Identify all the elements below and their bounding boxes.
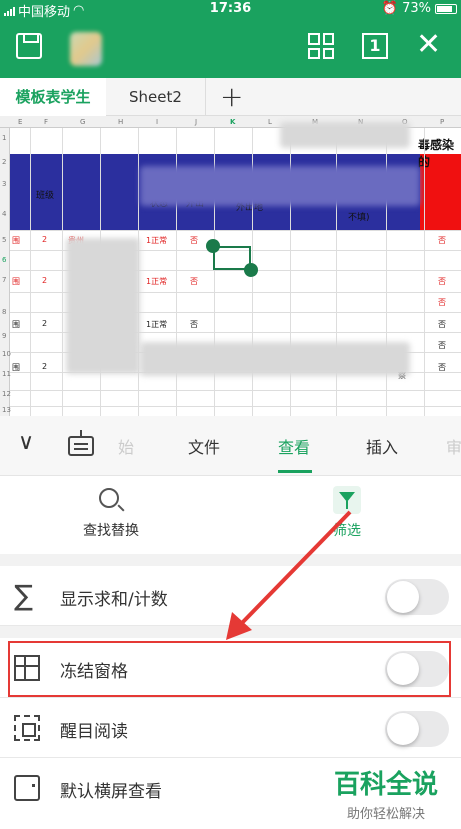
ribbon-tab-partial-right[interactable]: 审 bbox=[446, 434, 461, 458]
cell-p8: 否 bbox=[438, 320, 446, 329]
highlight-read-toggle[interactable] bbox=[385, 711, 449, 747]
col-l: L bbox=[268, 118, 272, 126]
col-i: I bbox=[156, 118, 159, 126]
header-class: 班级 bbox=[36, 191, 55, 201]
cell-f10: 2 bbox=[42, 362, 48, 371]
col-h: H bbox=[118, 118, 124, 126]
cell-f7: 2 bbox=[42, 276, 48, 285]
menu-row-highlight-read[interactable]: 醒目阅读 bbox=[0, 698, 461, 758]
sheet-tabs: 模板表学生 Sheet2 + bbox=[0, 78, 461, 116]
blurred-region bbox=[140, 166, 420, 206]
row-13: 13 bbox=[2, 406, 11, 414]
row-header: 1 2 3 4 5 6 7 8 9 10 11 12 13 bbox=[0, 128, 11, 416]
cell-j7: 否 bbox=[190, 277, 198, 286]
app-bar: 1 ✕ bbox=[0, 18, 461, 78]
row-12: 12 bbox=[2, 390, 11, 398]
search-icon bbox=[97, 486, 125, 514]
ribbon-tab-file[interactable]: 文件 bbox=[188, 434, 220, 458]
spreadsheet-grid[interactable]: E F G H I J K L M N O P 1 2 3 4 5 6 7 8 … bbox=[0, 116, 461, 416]
sum-count-toggle[interactable] bbox=[385, 579, 449, 615]
add-sheet-button[interactable]: + bbox=[220, 78, 243, 116]
selection-handle-bottom-right[interactable] bbox=[244, 263, 258, 277]
cell-i7: 1正常 bbox=[146, 277, 168, 286]
cell-i5: 1正常 bbox=[146, 236, 168, 245]
close-icon[interactable]: ✕ bbox=[416, 30, 441, 60]
alarm-icon: ⏰ bbox=[381, 1, 399, 16]
cell-i8: 1正常 bbox=[146, 320, 168, 329]
landscape-icon bbox=[14, 775, 40, 801]
save-icon[interactable] bbox=[16, 33, 42, 59]
status-bar: 中国移动 ◠ 17:36 ⏰ 73% bbox=[0, 0, 461, 20]
header-no-fill: 不填) bbox=[348, 213, 370, 223]
cell-f8: 2 bbox=[42, 319, 48, 328]
sigma-icon: ∑ bbox=[14, 579, 33, 612]
blurred-region bbox=[66, 238, 140, 374]
cell-e10: 围 bbox=[12, 363, 20, 372]
row-8: 8 bbox=[2, 308, 7, 316]
find-replace-label: 查找替换 bbox=[83, 523, 139, 539]
cell-p7b: 否 bbox=[438, 298, 446, 307]
section-divider bbox=[0, 554, 461, 566]
cell-e8: 围 bbox=[12, 320, 20, 329]
cell-j8: 否 bbox=[190, 320, 198, 329]
grid-icon[interactable] bbox=[308, 33, 334, 59]
col-e: E bbox=[18, 118, 23, 126]
row-2: 2 bbox=[2, 158, 7, 166]
ribbon-tab-partial[interactable]: 始 bbox=[118, 434, 134, 458]
watermark: 百科全说 助你轻松解决 bbox=[334, 764, 438, 822]
cell-e5: 围 bbox=[12, 236, 20, 245]
filter-button[interactable]: 筛选 bbox=[302, 486, 392, 540]
cell-p5: 否 bbox=[438, 236, 446, 245]
cell-e7: 围 bbox=[12, 277, 20, 286]
tab-sheet2[interactable]: Sheet2 bbox=[106, 78, 206, 116]
filter-icon bbox=[333, 486, 361, 514]
blurred-avatar bbox=[70, 32, 102, 66]
row-5: 5 bbox=[2, 236, 7, 244]
col-f: F bbox=[44, 118, 49, 126]
filter-label: 筛选 bbox=[333, 523, 361, 539]
chevron-down-icon[interactable]: ∨ bbox=[18, 430, 34, 455]
blurred-region bbox=[140, 342, 410, 376]
row-9: 9 bbox=[2, 332, 7, 340]
active-tab-indicator bbox=[278, 470, 312, 473]
ribbon-tab-view[interactable]: 查看 bbox=[278, 434, 310, 458]
find-replace-button[interactable]: 查找替换 bbox=[66, 486, 156, 540]
annotation-highlight-box bbox=[8, 641, 451, 697]
ribbon-tab-insert[interactable]: 插入 bbox=[366, 434, 398, 458]
page-indicator-button[interactable]: 1 bbox=[362, 33, 388, 59]
row-3: 3 bbox=[2, 180, 7, 188]
menu-label-landscape: 默认横屏查看 bbox=[60, 782, 162, 802]
menu-label-highlight-read: 醒目阅读 bbox=[60, 722, 128, 742]
section-divider bbox=[0, 626, 461, 638]
col-g: G bbox=[80, 118, 86, 126]
highlight-read-icon bbox=[14, 715, 40, 741]
tab-template-student[interactable]: 模板表学生 bbox=[0, 78, 106, 116]
row-6: 6 bbox=[2, 256, 7, 264]
menu-label-sum-count: 显示求和/计数 bbox=[60, 590, 168, 610]
cell-p7: 否 bbox=[438, 277, 446, 286]
selection-handle-top-left[interactable] bbox=[206, 239, 220, 253]
cell-p9: 否 bbox=[438, 341, 446, 350]
ribbon-tabs: ∨ 始 文件 查看 插入 审 bbox=[0, 416, 461, 476]
col-j: J bbox=[195, 118, 198, 126]
blurred-region bbox=[280, 122, 410, 148]
keyboard-icon[interactable] bbox=[68, 430, 94, 456]
cell-f5: 2 bbox=[42, 235, 48, 244]
row-4: 4 bbox=[2, 210, 7, 218]
col-k: K bbox=[230, 118, 236, 126]
quick-actions: 查找替换 筛选 bbox=[0, 476, 461, 554]
menu-row-sum-count[interactable]: ∑ 显示求和/计数 bbox=[0, 566, 461, 626]
col-p: P bbox=[440, 118, 445, 126]
cell-p10: 否 bbox=[438, 363, 446, 372]
watermark-subtitle: 助你轻松解决 bbox=[347, 807, 426, 822]
cell-j5: 否 bbox=[190, 236, 198, 245]
row-1: 1 bbox=[2, 134, 7, 142]
battery-percent: 73% bbox=[402, 1, 431, 16]
watermark-title: 百科全说 bbox=[334, 770, 439, 800]
row-7: 7 bbox=[2, 276, 7, 284]
battery-icon bbox=[435, 3, 457, 14]
